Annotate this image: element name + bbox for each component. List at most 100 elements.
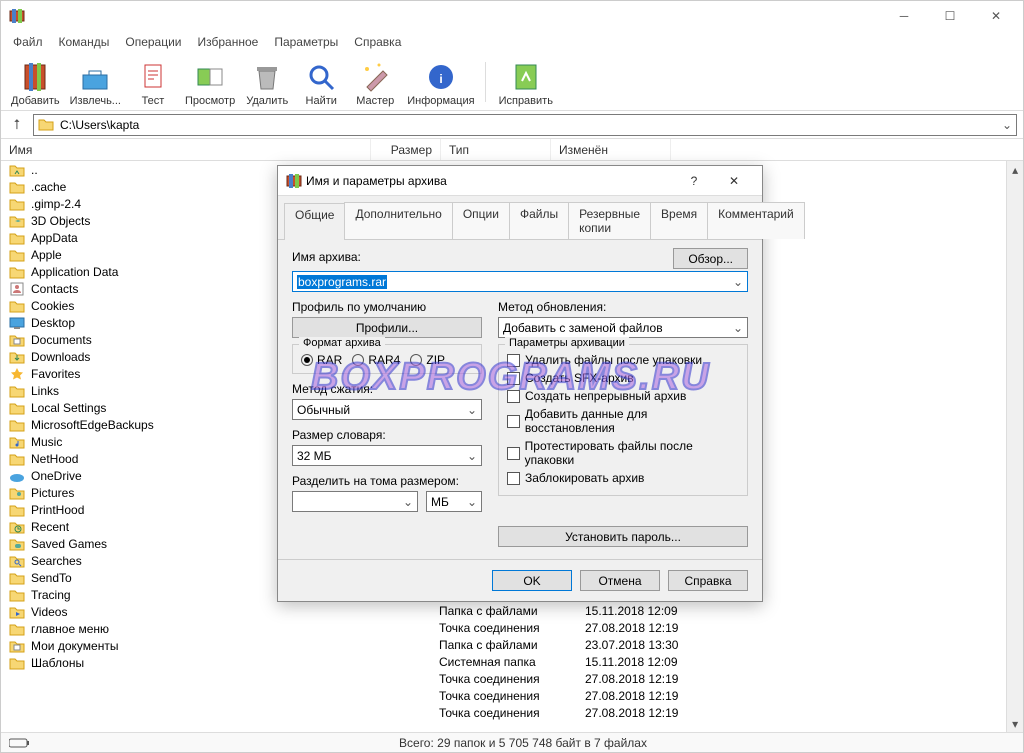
list-item[interactable]: Точка соединения27.08.2018 12:19: [1, 670, 1006, 687]
archive-name-input[interactable]: boxprograms.rar ⌄: [292, 271, 748, 292]
checkbox[interactable]: Протестировать файлы после упаковки: [507, 439, 739, 467]
list-item[interactable]: Точка соединения27.08.2018 12:19: [1, 704, 1006, 721]
status-bar: Всего: 29 папок и 5 705 748 байт в 7 фай…: [1, 732, 1023, 752]
scroll-down-icon[interactable]: ▾: [1007, 715, 1023, 732]
chevron-down-icon: ⌄: [733, 321, 743, 335]
file-icon: [9, 553, 25, 569]
radio-RAR[interactable]: RAR: [301, 353, 342, 367]
minimize-button[interactable]: ─: [881, 1, 927, 31]
split-label: Разделить на тома размером:: [292, 474, 482, 488]
toolbar-Извлечь...[interactable]: Извлечь...: [66, 55, 125, 109]
toolbar: ДобавитьИзвлечь...ТестПросмотрУдалитьНай…: [1, 53, 1023, 111]
scrollbar[interactable]: ▴ ▾: [1006, 161, 1023, 732]
checkbox[interactable]: Заблокировать архив: [507, 471, 739, 485]
compress-label: Метод сжатия:: [292, 382, 482, 396]
close-button[interactable]: ✕: [973, 1, 1019, 31]
toolbar-Просмотр[interactable]: Просмотр: [181, 55, 239, 109]
toolbar-Мастер[interactable]: Мастер: [349, 55, 401, 109]
menu-Справка[interactable]: Справка: [346, 33, 409, 51]
column-type[interactable]: Тип: [441, 139, 551, 160]
app-icon: [9, 8, 25, 24]
checkbox[interactable]: Удалить файлы после упаковки: [507, 353, 739, 367]
toolbar-Удалить[interactable]: Удалить: [241, 55, 293, 109]
dialog-body: Имя архива: Обзор... boxprograms.rar ⌄ П…: [278, 240, 762, 555]
checkbox[interactable]: Добавить данные для восстановления: [507, 407, 739, 435]
compress-select[interactable]: Обычный⌄: [292, 399, 482, 420]
file-icon: [9, 468, 25, 484]
checkbox[interactable]: Создать SFX-архив: [507, 371, 739, 385]
list-item[interactable]: Точка соединения27.08.2018 12:19: [1, 619, 1006, 636]
list-item[interactable]: Папка с файлами15.11.2018 12:09: [1, 602, 1006, 619]
toolbar-icon: [137, 61, 169, 93]
file-icon: [9, 281, 25, 297]
split-unit-select[interactable]: МБ⌄: [426, 491, 482, 512]
file-icon: [9, 434, 25, 450]
menubar: ФайлКомандыОперацииИзбранноеПараметрыСпр…: [1, 31, 1023, 53]
address-text: C:\Users\kapta: [60, 118, 139, 132]
menu-Команды[interactable]: Команды: [51, 33, 118, 51]
tab-Время[interactable]: Время: [650, 202, 708, 239]
profiles-button[interactable]: Профили...: [292, 317, 482, 338]
radio-RAR4[interactable]: RAR4: [352, 353, 400, 367]
up-button[interactable]: ⭡: [7, 115, 27, 135]
svg-text:i: i: [439, 72, 442, 86]
menu-Избранное[interactable]: Избранное: [190, 33, 267, 51]
toolbar-icon: [510, 61, 542, 93]
toolbar-icon: [251, 61, 283, 93]
toolbar-Исправить[interactable]: Исправить: [495, 55, 557, 109]
file-icon: [9, 162, 25, 178]
dialog-close-button[interactable]: ✕: [714, 174, 754, 188]
column-modified[interactable]: Изменён: [551, 139, 671, 160]
chevron-down-icon: ⌄: [733, 275, 743, 289]
scroll-up-icon[interactable]: ▴: [1007, 161, 1023, 178]
params-group: Параметры архивации Удалить файлы после …: [498, 344, 748, 496]
file-icon: [9, 196, 25, 212]
dict-label: Размер словаря:: [292, 428, 482, 442]
list-item[interactable]: Папка с файлами23.07.2018 13:30: [1, 636, 1006, 653]
dict-select[interactable]: 32 МБ⌄: [292, 445, 482, 466]
address-input[interactable]: C:\Users\kapta ⌄: [33, 114, 1017, 136]
titlebar: ─ ☐ ✕: [1, 1, 1023, 31]
tab-Дополнительно[interactable]: Дополнительно: [344, 202, 452, 239]
checkbox[interactable]: Создать непрерывный архив: [507, 389, 739, 403]
list-item[interactable]: Точка соединения27.08.2018 12:19: [1, 687, 1006, 704]
dialog-icon: [286, 173, 302, 189]
tab-Комментарий[interactable]: Комментарий: [707, 202, 805, 239]
tab-Файлы[interactable]: Файлы: [509, 202, 569, 239]
update-method-label: Метод обновления:: [498, 300, 748, 314]
file-icon: [9, 502, 25, 518]
column-name[interactable]: Имя: [1, 139, 371, 160]
menu-Файл[interactable]: Файл: [5, 33, 51, 51]
help-button[interactable]: Справка: [668, 570, 748, 591]
radio-ZIP[interactable]: ZIP: [410, 353, 445, 367]
menu-Параметры[interactable]: Параметры: [266, 33, 346, 51]
file-icon: [9, 485, 25, 501]
file-icon: [9, 298, 25, 314]
file-icon: [9, 230, 25, 246]
chevron-down-icon[interactable]: ⌄: [1002, 118, 1012, 132]
tab-Общие[interactable]: Общие: [284, 203, 345, 240]
file-icon: [9, 247, 25, 263]
dialog-help-button[interactable]: ?: [674, 174, 714, 188]
password-button[interactable]: Установить пароль...: [498, 526, 748, 547]
cancel-button[interactable]: Отмена: [580, 570, 660, 591]
ok-button[interactable]: OK: [492, 570, 572, 591]
archive-dialog: Имя и параметры архива ? ✕ ОбщиеДополнит…: [277, 165, 763, 602]
browse-button[interactable]: Обзор...: [673, 248, 748, 269]
toolbar-Добавить[interactable]: Добавить: [7, 55, 64, 109]
list-item[interactable]: Системная папка15.11.2018 12:09: [1, 653, 1006, 670]
column-size[interactable]: Размер: [371, 139, 441, 160]
maximize-button[interactable]: ☐: [927, 1, 973, 31]
split-size-input[interactable]: ⌄: [292, 491, 418, 512]
toolbar-Тест[interactable]: Тест: [127, 55, 179, 109]
file-icon: [9, 519, 25, 535]
update-method-select[interactable]: Добавить с заменой файлов ⌄: [498, 317, 748, 338]
file-icon: [9, 536, 25, 552]
toolbar-Информация[interactable]: iИнформация: [403, 55, 478, 109]
tab-Резервные копии[interactable]: Резервные копии: [568, 202, 651, 239]
file-icon: [9, 570, 25, 586]
menu-Операции[interactable]: Операции: [117, 33, 189, 51]
file-icon: [9, 264, 25, 280]
toolbar-Найти[interactable]: Найти: [295, 55, 347, 109]
tab-Опции[interactable]: Опции: [452, 202, 510, 239]
